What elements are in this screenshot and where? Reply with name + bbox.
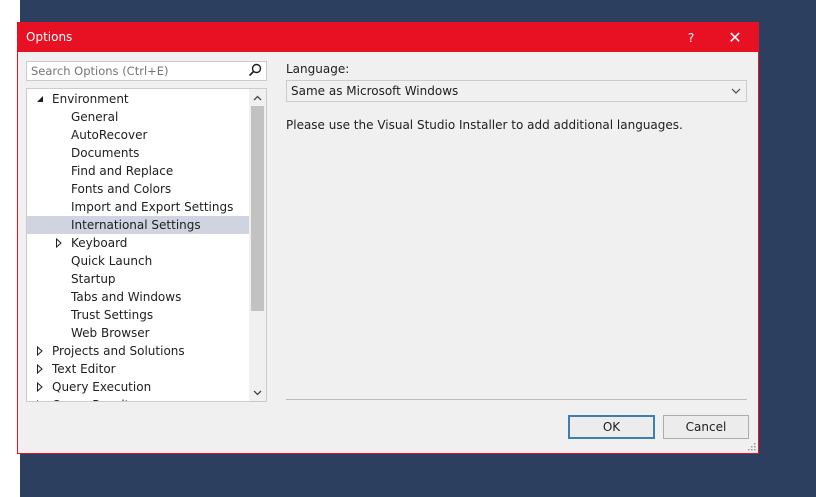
tree-item[interactable]: International Settings <box>27 216 249 234</box>
tree-item[interactable]: Web Browser <box>27 324 249 342</box>
resize-grip-icon[interactable] <box>748 443 756 451</box>
collapsed-arrow-icon[interactable] <box>36 342 46 360</box>
tree-item-label: International Settings <box>71 218 201 232</box>
collapsed-arrow-icon[interactable] <box>36 378 46 396</box>
chevron-down-icon <box>731 88 741 94</box>
tree-item[interactable]: Trust Settings <box>27 306 249 324</box>
tree-item-label: Keyboard <box>71 236 128 250</box>
tree-item[interactable]: Text Editor <box>27 360 249 378</box>
tree-item-label: General <box>71 110 119 124</box>
help-button[interactable]: ? <box>674 23 708 52</box>
tree-item-label: Tabs and Windows <box>71 290 182 304</box>
language-info-text: Please use the Visual Studio Installer t… <box>286 118 683 132</box>
tree-item[interactable]: General <box>27 108 249 126</box>
tree-item-label: Query Execution <box>52 380 152 394</box>
tree-item-label: Import and Export Settings <box>71 200 234 214</box>
tree-item[interactable]: Tabs and Windows <box>27 288 249 306</box>
language-dropdown[interactable]: Same as Microsoft Windows <box>286 80 747 102</box>
search-icon[interactable] <box>248 63 262 77</box>
tree-item-label: Startup <box>71 272 116 286</box>
collapsed-arrow-icon[interactable] <box>36 360 46 378</box>
tree-item-label: Fonts and Colors <box>71 182 172 196</box>
tree-item-label: Projects and Solutions <box>52 344 185 358</box>
tree-item[interactable]: Environment <box>27 90 249 108</box>
tree-item[interactable]: Fonts and Colors <box>27 180 249 198</box>
options-tree: Environment General AutoRecover Documents Fi… <box>26 88 267 402</box>
collapsed-arrow-icon[interactable] <box>55 234 65 252</box>
tree-item-label: AutoRecover <box>71 128 148 142</box>
tree-item-label: Environment <box>52 92 129 106</box>
tree-item-label: Quick Launch <box>71 254 153 268</box>
scroll-up-icon[interactable] <box>249 89 266 106</box>
tree-item[interactable]: Keyboard <box>27 234 249 252</box>
tree-item[interactable]: Query Execution <box>27 378 249 396</box>
tree-item-label: Query Results <box>52 396 136 401</box>
dialog-title: Options <box>26 30 73 44</box>
tree-item-label: Find and Replace <box>71 164 174 178</box>
tree-item[interactable]: Documents <box>27 144 249 162</box>
tree-item-label: Text Editor <box>52 362 116 376</box>
tree-item-label: Web Browser <box>71 326 150 340</box>
ok-button[interactable]: OK <box>568 415 655 439</box>
language-selected-value: Same as Microsoft Windows <box>291 84 459 98</box>
language-label: Language: <box>286 62 350 76</box>
tree-item[interactable]: Query Results <box>27 396 249 401</box>
scroll-down-icon[interactable] <box>249 384 266 401</box>
search-box <box>26 61 267 81</box>
close-button[interactable]: ✕ <box>718 23 752 52</box>
title-bar: Options ? ✕ <box>18 23 758 52</box>
tree-item[interactable]: Projects and Solutions <box>27 342 249 360</box>
tree-item-label: Documents <box>71 146 140 160</box>
tree-item[interactable]: Import and Export Settings <box>27 198 249 216</box>
tree-item-label: Trust Settings <box>71 308 154 322</box>
collapsed-arrow-icon[interactable] <box>36 396 46 401</box>
tree-item[interactable]: Find and Replace <box>27 162 249 180</box>
vertical-scrollbar[interactable] <box>249 89 266 401</box>
options-dialog: Options ? ✕ Environment General AutoRecove… <box>17 22 759 454</box>
cancel-button[interactable]: Cancel <box>663 415 749 439</box>
scrollbar-thumb[interactable] <box>251 106 264 311</box>
search-input[interactable] <box>27 62 246 80</box>
tree-item[interactable]: Quick Launch <box>27 252 249 270</box>
expanded-arrow-icon[interactable] <box>36 90 46 108</box>
footer-divider <box>286 399 747 400</box>
tree-item[interactable]: AutoRecover <box>27 126 249 144</box>
tree-item[interactable]: Startup <box>27 270 249 288</box>
